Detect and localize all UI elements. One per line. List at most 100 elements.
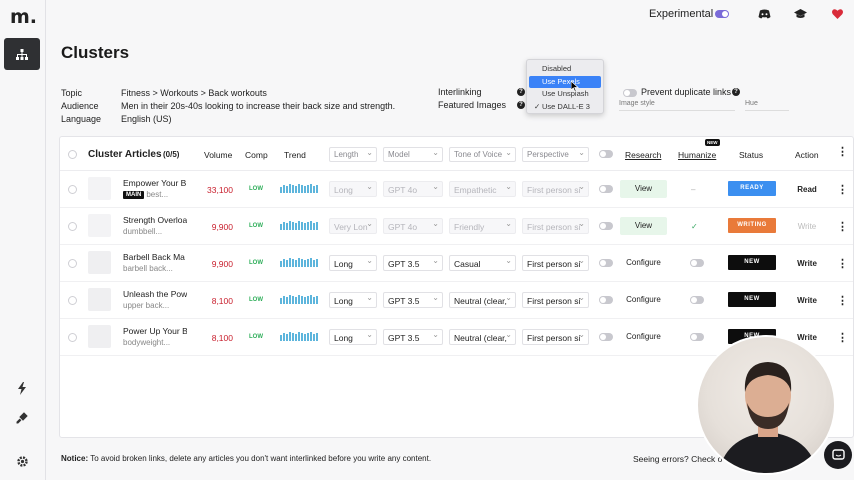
perspective-select[interactable]: First person si: [522, 255, 589, 271]
model-select[interactable]: GPT 3.5: [383, 292, 443, 308]
length-select[interactable]: Long: [329, 329, 377, 345]
action-button[interactable]: Write: [787, 259, 827, 268]
length-select[interactable]: Very Lon: [329, 218, 377, 234]
research-button[interactable]: View: [620, 217, 667, 235]
trend-bar: [280, 224, 282, 230]
research-toggle[interactable]: [599, 185, 613, 193]
option-use-unsplash[interactable]: Use Unsplash: [529, 88, 601, 101]
prevent-duplicate-toggle[interactable]: [623, 89, 637, 97]
article-title[interactable]: Power Up Your B: [123, 326, 187, 336]
action-button[interactable]: Read: [787, 185, 827, 194]
perspective-select[interactable]: First person si: [522, 292, 589, 308]
perspective-select[interactable]: First person si: [522, 218, 589, 234]
perspective-filter[interactable]: Perspective: [522, 147, 589, 162]
interlinking-help-icon[interactable]: ?: [517, 88, 525, 96]
prevent-duplicate-help-icon[interactable]: ?: [732, 88, 740, 96]
comp-header[interactable]: Comp: [245, 150, 268, 160]
trend-bar: [310, 332, 312, 341]
humanize-header[interactable]: Humanize: [678, 150, 716, 160]
perspective-select[interactable]: First person si: [522, 329, 589, 345]
errors-help-link[interactable]: Seeing errors? Check o: [633, 454, 722, 464]
length-select[interactable]: Long: [329, 292, 377, 308]
trend-bar: [289, 184, 291, 193]
humanize-indicator[interactable]: –: [691, 185, 695, 194]
table-row[interactable]: Unleash the Pow upper back... 8,100 LOW …: [60, 282, 853, 319]
article-title[interactable]: Unleash the Pow: [123, 289, 187, 299]
trend-bar: [292, 185, 294, 193]
chat-widget-button[interactable]: [824, 441, 852, 469]
row-more-icon[interactable]: ⋮: [837, 220, 848, 233]
model-select[interactable]: GPT 4o: [383, 181, 443, 197]
tone-select[interactable]: Empathetic: [449, 181, 516, 197]
table-row[interactable]: Strength Overloa dumbbell... 9,900 LOW V…: [60, 208, 853, 245]
favorite-button[interactable]: [829, 7, 845, 21]
row-more-icon[interactable]: ⋮: [837, 331, 848, 344]
main-badge: MAIN: [123, 191, 145, 199]
humanize-toggle[interactable]: [690, 333, 704, 341]
row-checkbox[interactable]: [68, 259, 77, 268]
discord-button[interactable]: [756, 7, 772, 21]
research-header[interactable]: Research: [625, 150, 661, 160]
row-more-icon[interactable]: ⋮: [837, 183, 848, 196]
tone-select[interactable]: Neutral (clear,: [449, 329, 516, 345]
trend-bar: [310, 258, 312, 267]
table-row[interactable]: Empower Your B MAIN best... 33,100 LOW Lo…: [60, 171, 853, 208]
tone-select[interactable]: Friendly: [449, 218, 516, 234]
research-button[interactable]: Configure: [620, 254, 667, 272]
humanize-toggle[interactable]: [690, 259, 704, 267]
row-checkbox[interactable]: [68, 185, 77, 194]
article-title[interactable]: Strength Overloa: [123, 215, 187, 225]
row-checkbox[interactable]: [68, 222, 77, 231]
research-button[interactable]: Configure: [620, 328, 667, 346]
research-all-toggle[interactable]: [599, 150, 613, 158]
model-filter[interactable]: Model: [383, 147, 443, 162]
sidebar-item-plugin[interactable]: [12, 408, 32, 428]
option-use-dalle[interactable]: ✓ Use DALL-E 3: [529, 101, 601, 114]
sidebar-item-bolt[interactable]: [12, 378, 32, 398]
volume-header[interactable]: Volume: [204, 150, 232, 160]
select-all-checkbox[interactable]: [68, 150, 77, 159]
topic-label: Topic: [61, 88, 83, 98]
tone-select[interactable]: Casual: [449, 255, 516, 271]
action-button[interactable]: Write: [787, 296, 827, 305]
sidebar-item-settings[interactable]: [12, 451, 32, 471]
header-more-icon[interactable]: ⋮: [837, 145, 848, 158]
experimental-toggle[interactable]: [715, 10, 729, 18]
perspective-select[interactable]: First person si: [522, 181, 589, 197]
row-checkbox[interactable]: [68, 296, 77, 305]
humanize-toggle[interactable]: [690, 296, 704, 304]
model-select[interactable]: GPT 3.5: [383, 329, 443, 345]
research-toggle[interactable]: [599, 296, 613, 304]
research-toggle[interactable]: [599, 333, 613, 341]
action-button[interactable]: Write: [787, 222, 827, 231]
research-button[interactable]: Configure: [620, 291, 667, 309]
trend-header: Trend: [284, 150, 306, 160]
article-title[interactable]: Empower Your B: [123, 178, 187, 188]
image-style-select[interactable]: Image style: [619, 100, 735, 111]
article-title[interactable]: Barbell Back Ma: [123, 252, 187, 262]
cluster-articles-heading: Cluster Articles: [88, 149, 162, 160]
length-filter[interactable]: Length: [329, 147, 377, 162]
humanize-indicator[interactable]: ✓: [691, 222, 698, 231]
row-checkbox[interactable]: [68, 333, 77, 342]
academy-button[interactable]: [792, 7, 808, 21]
option-use-pexels[interactable]: Use Pexels: [529, 75, 601, 88]
research-toggle[interactable]: [599, 259, 613, 267]
tone-filter[interactable]: Tone of Voice: [449, 147, 516, 162]
sidebar-item-clusters[interactable]: [4, 38, 40, 70]
model-select[interactable]: GPT 3.5: [383, 255, 443, 271]
row-more-icon[interactable]: ⋮: [837, 257, 848, 270]
table-row[interactable]: Barbell Back Ma barbell back... 9,900 LO…: [60, 245, 853, 282]
length-select[interactable]: Long: [329, 181, 377, 197]
trend-bar: [313, 297, 315, 304]
length-select[interactable]: Long: [329, 255, 377, 271]
hue-select[interactable]: Hue: [745, 100, 789, 111]
research-button[interactable]: View: [620, 180, 667, 198]
featured-images-help-icon[interactable]: ?: [517, 101, 525, 109]
tone-select[interactable]: Neutral (clear,: [449, 292, 516, 308]
option-disabled[interactable]: Disabled: [529, 63, 601, 76]
research-toggle[interactable]: [599, 222, 613, 230]
row-more-icon[interactable]: ⋮: [837, 294, 848, 307]
logo[interactable]: m.: [10, 6, 37, 28]
model-select[interactable]: GPT 4o: [383, 218, 443, 234]
